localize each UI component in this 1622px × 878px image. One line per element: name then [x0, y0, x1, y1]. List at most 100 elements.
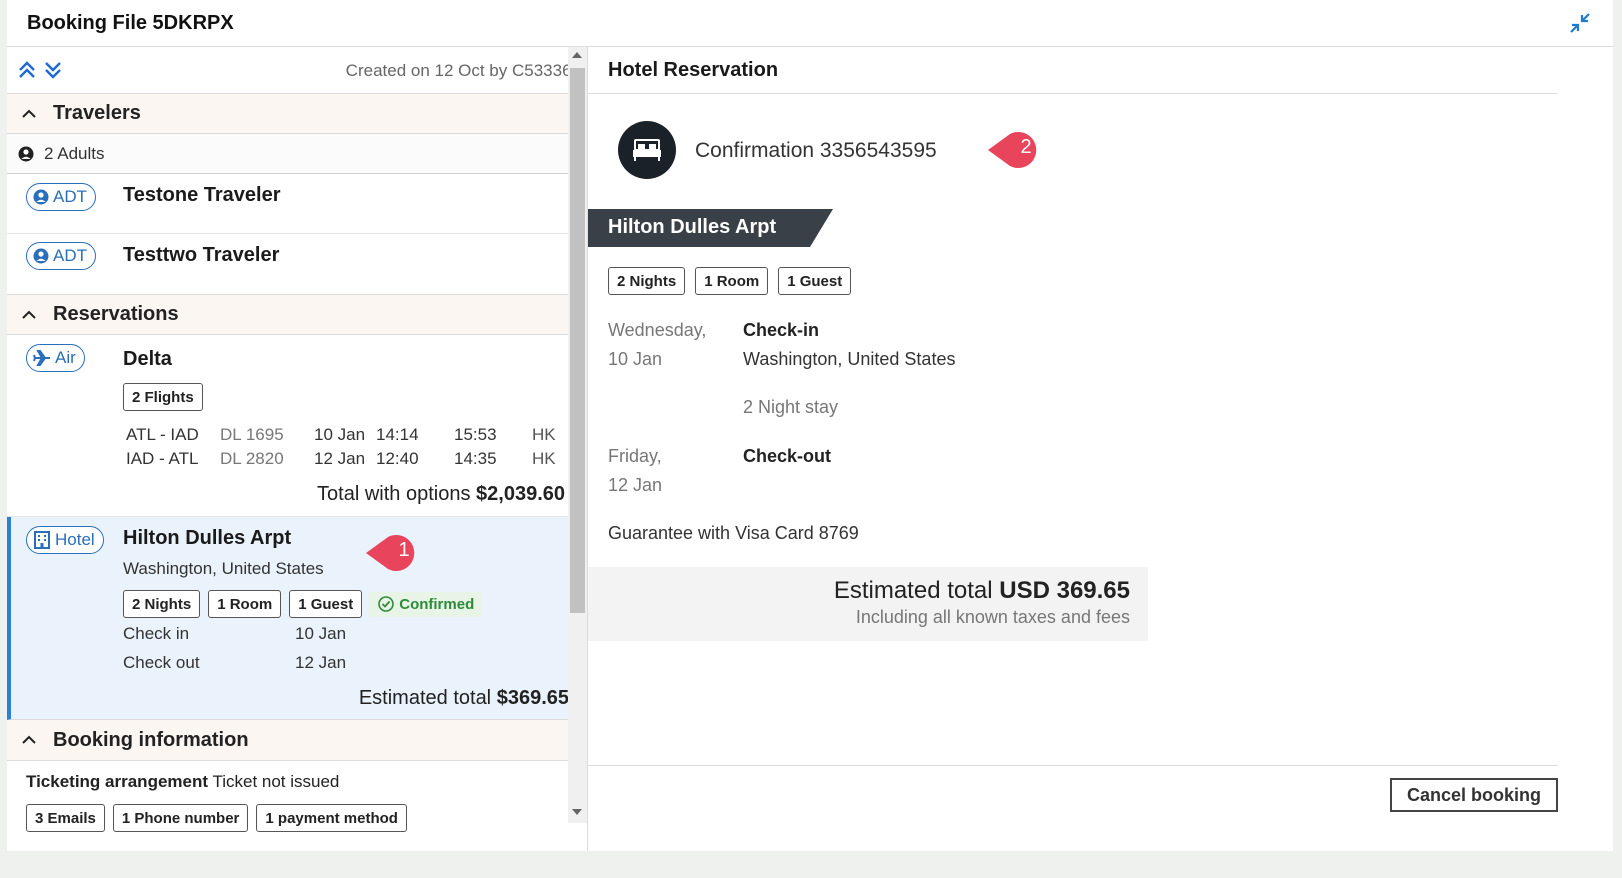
air-pill: Air	[26, 344, 85, 372]
building-icon	[34, 531, 50, 549]
flight-arrival: 14:35	[454, 449, 497, 468]
booking-info-body: Ticketing arrangement Ticket not issued …	[7, 761, 587, 841]
rooms-tag: 1 Room	[208, 590, 282, 618]
person-icon	[33, 189, 49, 205]
created-info: Created on 12 Oct by C533363	[345, 61, 581, 80]
flights-tag: 2 Flights	[123, 383, 203, 411]
checkout-label: Check-out	[743, 446, 832, 466]
flight-number: DL 2820	[220, 449, 284, 468]
traveler-row[interactable]: ADT Testone Traveler	[7, 174, 587, 234]
traveler-name: Testtwo Traveler	[123, 244, 280, 266]
reservations-section-header[interactable]: Reservations	[7, 294, 587, 335]
checkin-location: Washington, United States	[743, 349, 956, 369]
collapse-all-icon[interactable]	[43, 60, 63, 85]
confirmation-number: Confirmation 3356543595	[695, 139, 937, 162]
flight-departure: 12:40	[376, 449, 419, 468]
ticketing-value: Ticket not issued	[212, 772, 340, 791]
air-total-value: $2,039.60	[476, 483, 565, 505]
traveler-row[interactable]: ADT Testtwo Traveler	[7, 234, 587, 294]
checkin-label: Check in	[123, 624, 190, 643]
hotel-total-label: Estimated total	[358, 687, 492, 709]
stay-tags: 2 Nights 1 Room 1 Guest	[608, 267, 852, 295]
traveler-type: ADT	[53, 246, 87, 265]
adults-count: 2 Adults	[44, 143, 105, 163]
checkin-date: 10 Jan	[608, 349, 663, 369]
checkin-value: 10 Jan	[295, 624, 347, 643]
payment-tag[interactable]: 1 payment method	[256, 804, 407, 832]
detail-title: Hotel Reservation	[608, 58, 779, 81]
phone-tag[interactable]: 1 Phone number	[112, 804, 249, 832]
emails-tag[interactable]: 3 Emails	[26, 804, 105, 832]
traveler-list: ADT Testone Traveler ADT Testtwo Travele…	[7, 174, 587, 294]
air-reservation[interactable]: Air Delta 2 Flights ATL - IAD DL 1695 10…	[7, 335, 587, 517]
flight-status: HK	[532, 425, 556, 444]
booking-info-title: Booking information	[53, 728, 249, 751]
estimated-value: USD 369.65	[999, 577, 1130, 604]
stay-length: 2 Night stay	[743, 397, 839, 417]
chevron-up-icon	[21, 735, 39, 745]
adt-pill: ADT	[26, 183, 96, 211]
summary-toolbar: Created on 12 Oct by C533363	[7, 47, 587, 93]
marker-number: 1	[398, 539, 410, 561]
air-total-label: Total with options	[317, 483, 471, 505]
person-icon	[18, 146, 34, 162]
flight-status: HK	[532, 449, 556, 468]
estimated-total: Estimated total USD 369.65	[834, 577, 1130, 605]
rooms-tag: 1 Room	[695, 267, 769, 295]
nights-tag: 2 Nights	[608, 267, 686, 295]
window-title: Booking File 5DKRPX	[27, 11, 234, 34]
booking-info-section-header[interactable]: Booking information	[7, 720, 587, 761]
flight-route: ATL - IAD	[126, 425, 199, 444]
expand-all-icon[interactable]	[17, 60, 37, 85]
hotel-name: Hilton Dulles Arpt	[123, 527, 292, 549]
flight-number: DL 1695	[220, 425, 284, 444]
checkin-day: Wednesday,	[608, 320, 707, 340]
air-type: Air	[55, 348, 76, 367]
guests-tag: 1 Guest	[289, 590, 363, 618]
adt-pill: ADT	[26, 242, 96, 270]
flight-arrival: 15:53	[454, 425, 497, 444]
hotel-total-value: $369.65	[496, 687, 569, 709]
hotel-pill: Hotel	[26, 526, 104, 554]
ticketing-label: Ticketing arrangement	[26, 772, 209, 791]
detail-footer: Cancel booking	[588, 765, 1558, 851]
hotel-total: Estimated total $369.65	[359, 687, 569, 710]
taxes-note: Including all known taxes and fees	[855, 607, 1130, 627]
hotel-tags: 2 Nights 1 Room 1 Guest Confirmed	[123, 590, 483, 618]
travelers-section-header[interactable]: Travelers	[7, 93, 587, 134]
title-bar: Booking File 5DKRPX	[7, 0, 1613, 47]
detail-header: Hotel Reservation	[588, 47, 1557, 94]
flight-date: 10 Jan	[314, 425, 366, 444]
confirmed-badge: Confirmed	[370, 591, 483, 617]
hotel-detail-panel: Hotel Reservation Confirmation 335654359…	[587, 47, 1558, 851]
flight-date: 12 Jan	[314, 449, 366, 468]
checkin-label: Check-in	[743, 320, 820, 340]
hotel-location: Washington, United States	[123, 559, 324, 578]
reservations-title: Reservations	[53, 303, 179, 325]
collapse-arrows-icon[interactable]	[1567, 10, 1593, 36]
confirmed-label: Confirmed	[399, 595, 475, 613]
traveler-name: Testone Traveler	[123, 184, 281, 206]
flight-departure: 14:14	[376, 425, 419, 444]
scroll-down-arrow-icon[interactable]	[572, 808, 582, 816]
scroll-up-arrow-icon[interactable]	[572, 51, 582, 59]
callout-marker-2: 2	[988, 130, 1050, 170]
checkout-date: 12 Jan	[608, 475, 663, 495]
scrollbar-thumb[interactable]	[570, 68, 585, 613]
guarantee-info: Guarantee with Visa Card 8769	[608, 523, 859, 543]
airplane-icon	[33, 350, 50, 366]
hotel-type: Hotel	[55, 530, 95, 549]
adults-count-row: 2 Adults	[7, 134, 587, 174]
chevron-up-icon	[21, 109, 39, 119]
bed-icon	[618, 121, 676, 179]
check-circle-icon	[378, 596, 395, 612]
estimated-total-box: Estimated total USD 369.65 Including all…	[588, 567, 1148, 641]
checkout-day: Friday,	[608, 446, 662, 466]
air-carrier: Delta	[123, 348, 172, 370]
hotel-reservation[interactable]: Hotel Hilton Dulles Arpt Washington, Uni…	[7, 517, 587, 720]
estimated-label: Estimated total	[833, 577, 993, 604]
person-icon	[33, 248, 49, 264]
checkout-value: 12 Jan	[295, 653, 347, 672]
ticketing-row: Ticketing arrangement Ticket not issued	[26, 772, 339, 792]
cancel-booking-button[interactable]: Cancel booking	[1390, 778, 1558, 812]
